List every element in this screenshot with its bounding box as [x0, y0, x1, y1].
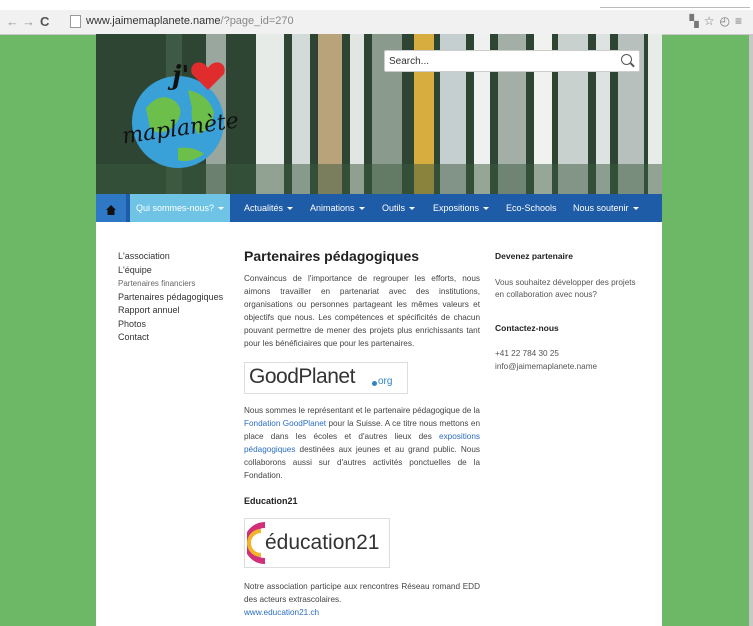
chevron-down-icon: [287, 207, 294, 211]
contact-heading: Contactez-nous: [495, 322, 559, 333]
nav-item-nous-soutenir[interactable]: Nous soutenir: [573, 203, 639, 213]
page-title: Partenaires pédagogiques: [244, 248, 420, 264]
nav-item-animations[interactable]: Animations: [310, 203, 365, 213]
search-input[interactable]: [385, 52, 609, 71]
site-logo[interactable]: j' maplanète: [116, 50, 246, 170]
header-banner: j' maplanète: [96, 34, 662, 194]
partner-heading: Devenez partenaire: [495, 251, 573, 261]
main-content: Partenaires pédagogiques Convaincus de l…: [244, 248, 480, 619]
chevron-down-icon: [483, 207, 490, 211]
fondation-goodplanet-link[interactable]: Fondation GoodPlanet: [244, 419, 326, 428]
back-arrow-icon[interactable]: ←: [6, 14, 19, 29]
education21-logo[interactable]: éducation21: [244, 518, 390, 568]
sidebar-item-partenaires-financiers[interactable]: Partenaires financiers: [118, 277, 223, 291]
address-bar[interactable]: www.jaimemaplanete.name/?page_id=270: [86, 15, 294, 27]
sidebar-menu: L'association L'équipe Partenaires finan…: [118, 250, 223, 345]
scrollbar[interactable]: [749, 34, 753, 626]
nav-item-outils[interactable]: Outils: [382, 203, 416, 213]
education21-paragraph: Notre association participe aux rencontr…: [244, 582, 480, 604]
chevron-down-icon: [409, 207, 416, 211]
nav-item-expositions[interactable]: Expositions: [433, 203, 490, 213]
contact-email[interactable]: info@jaimemaplanete.name: [495, 361, 645, 374]
main-nav: Qui sommes-nous? Actualités Animations O…: [96, 194, 662, 222]
nav-item-eco-schools[interactable]: Eco-Schools: [506, 203, 557, 213]
intro-paragraph: Convaincus de l'importance de regrouper …: [244, 274, 480, 348]
home-button[interactable]: [96, 194, 126, 222]
chevron-down-icon: [218, 207, 225, 211]
contact-phone: +41 22 784 30 25: [495, 349, 559, 358]
chevron-down-icon: [358, 207, 365, 211]
reload-icon[interactable]: C: [40, 14, 49, 29]
partner-text: Vous souhaitez développer des projets en…: [495, 277, 636, 300]
sidebar-item-photos[interactable]: Photos: [118, 318, 223, 332]
goodplanet-logo[interactable]: GoodPlanet org: [244, 362, 408, 394]
education21-heading: Education21: [244, 496, 298, 506]
forward-arrow-icon[interactable]: →: [22, 14, 35, 29]
sidebar-item-contact[interactable]: Contact: [118, 331, 223, 345]
window-top-strip: [0, 0, 753, 10]
goodplanet-dot-icon: [372, 381, 377, 386]
search-box[interactable]: [384, 50, 640, 72]
goodplanet-paragraph: Nous sommes le représentant et le parten…: [244, 406, 481, 480]
page-icon: [70, 15, 81, 28]
browser-toolbar: ← → C www.jaimemaplanete.name/?page_id=2…: [0, 10, 753, 35]
web-page: j' maplanète Qui sommes-nous? Actualités…: [96, 34, 662, 626]
sidebar-item-association[interactable]: L'association: [118, 250, 223, 264]
browser-menu-icons[interactable]: ▚☆◴≡: [690, 14, 747, 28]
sidebar-item-partenaires-pedagogiques[interactable]: Partenaires pédagogiques: [118, 291, 223, 305]
sidebar-item-rapport-annuel[interactable]: Rapport annuel: [118, 304, 223, 318]
education21-link[interactable]: www.education21.ch: [244, 608, 319, 617]
sidebar-item-equipe[interactable]: L'équipe: [118, 264, 223, 278]
nav-item-actualites[interactable]: Actualités: [244, 203, 294, 213]
nav-item-qui-sommes-nous[interactable]: Qui sommes-nous?: [130, 194, 231, 222]
chevron-down-icon: [632, 207, 639, 211]
right-sidebar: Devenez partenaire Vous souhaitez dévelo…: [495, 250, 645, 373]
home-icon: [106, 202, 116, 215]
search-icon[interactable]: [621, 54, 632, 65]
